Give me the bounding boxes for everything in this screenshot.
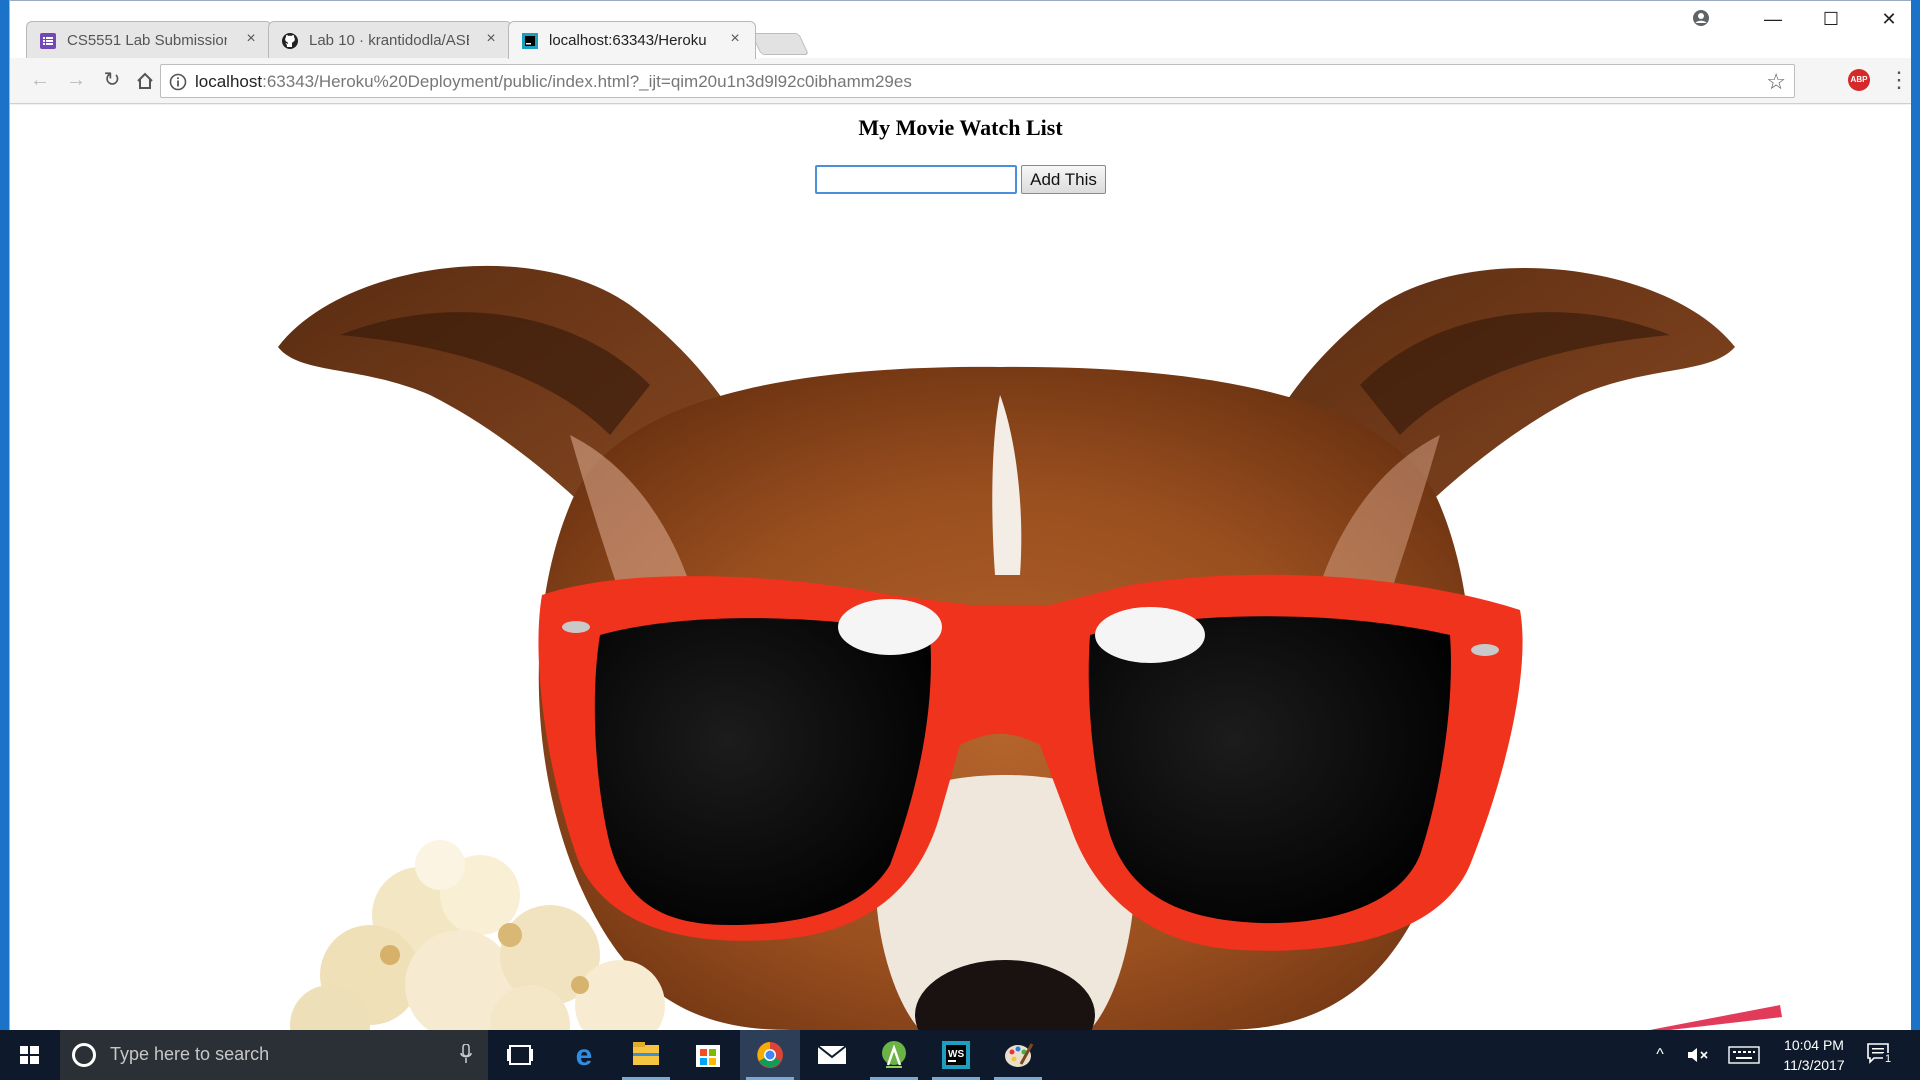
address-bar[interactable]: localhost:63343/Heroku%20Deployment/publ… [160, 64, 1795, 98]
edge-icon: e [576, 1039, 593, 1072]
taskbar-search-box[interactable]: Type here to search [60, 1030, 488, 1080]
reload-icon[interactable]: ↻ [96, 64, 128, 96]
microphone-icon[interactable] [460, 1044, 472, 1064]
url-path: :63343/Heroku%20Deployment/public/index.… [262, 72, 912, 91]
movie-title-input[interactable] [815, 165, 1017, 194]
maximize-button[interactable]: ☐ [1803, 1, 1859, 39]
android-studio-app[interactable] [864, 1030, 924, 1080]
url-host: localhost [195, 72, 263, 91]
system-clock[interactable]: 10:04 PM 11/3/2017 [1766, 1035, 1862, 1075]
chrome-menu-icon[interactable]: ⋮ [1888, 66, 1910, 94]
paint-icon [1005, 1043, 1034, 1067]
windows-taskbar: Type here to search e WS ^ 10:04 PM 11/3… [0, 1030, 1920, 1080]
tab-localhost[interactable]: localhost:63343/Heroku × [508, 21, 756, 59]
chrome-app[interactable] [740, 1030, 800, 1080]
show-hidden-icons-icon[interactable]: ^ [1646, 1030, 1674, 1080]
home-icon[interactable] [135, 71, 155, 91]
tab-lab-submission[interactable]: CS5551 Lab Submission × [26, 21, 272, 59]
minimize-button[interactable]: — [1745, 1, 1801, 39]
tab-title: Lab 10 · krantidodla/ASE [309, 32, 469, 49]
file-explorer-icon [633, 1042, 659, 1065]
back-icon[interactable]: ← [24, 64, 56, 96]
forms-icon [40, 33, 56, 49]
new-tab-button[interactable] [750, 33, 810, 55]
mail-icon [817, 1045, 847, 1064]
tab-title: localhost:63343/Heroku [549, 32, 707, 49]
window-frame-left [0, 0, 9, 1030]
webstorm-icon: WS [942, 1041, 970, 1069]
tab-github[interactable]: Lab 10 · krantidodla/ASE × [268, 21, 512, 59]
tab-close-icon[interactable]: × [483, 30, 499, 50]
page-viewport: My Movie Watch List Add This [10, 105, 1911, 1030]
store-icon [696, 1045, 720, 1067]
clock-date: 11/3/2017 [1783, 1057, 1845, 1073]
android-studio-icon [882, 1041, 906, 1068]
window-frame-right [1911, 0, 1920, 1030]
webstorm-icon [522, 33, 538, 49]
clock-time: 10:04 PM [1784, 1037, 1844, 1053]
browser-toolbar: ← → ↻ localhost:63343/Heroku%20Deploymen… [10, 58, 1911, 104]
mail-app[interactable] [802, 1030, 862, 1080]
task-view-icon[interactable] [490, 1030, 550, 1080]
add-this-button[interactable]: Add This [1021, 165, 1106, 194]
profile-icon[interactable] [1692, 9, 1710, 27]
svg-text:WS: WS [948, 1049, 964, 1060]
edge-app[interactable]: e [554, 1030, 614, 1080]
tab-close-icon[interactable]: × [727, 30, 743, 50]
paint-app[interactable] [988, 1030, 1048, 1080]
file-explorer-app[interactable] [616, 1030, 676, 1080]
search-placeholder: Type here to search [110, 1044, 270, 1064]
tab-close-icon[interactable]: × [243, 30, 259, 50]
svg-text:e: e [576, 1039, 593, 1072]
store-app[interactable] [678, 1030, 738, 1080]
volume-muted-icon[interactable] [1686, 1045, 1710, 1065]
cortana-icon [72, 1043, 96, 1067]
info-icon[interactable] [169, 73, 187, 91]
tab-strip: CS5551 Lab Submission × Lab 10 · krantid… [10, 0, 1911, 59]
webstorm-app[interactable]: WS [926, 1030, 986, 1080]
address-url: localhost:63343/Heroku%20Deployment/publ… [195, 72, 912, 92]
browser-window: CS5551 Lab Submission × Lab 10 · krantid… [0, 0, 1920, 1030]
dog-with-sunglasses-image [278, 265, 1782, 1030]
forward-icon[interactable]: → [60, 64, 92, 96]
windows-start-icon[interactable] [0, 1030, 58, 1080]
adblock-plus-icon[interactable]: ABP [1848, 69, 1870, 91]
notification-count: 1 [1883, 1053, 1894, 1065]
close-window-button[interactable]: ✕ [1861, 1, 1917, 39]
keyboard-icon[interactable] [1728, 1046, 1760, 1064]
github-icon [282, 33, 298, 49]
action-center-button[interactable]: 1 [1866, 1042, 1896, 1070]
chrome-icon [757, 1042, 783, 1068]
tab-title: CS5551 Lab Submission [67, 32, 227, 49]
page-title: My Movie Watch List [858, 115, 1063, 140]
bookmark-star-icon[interactable]: ☆ [1766, 69, 1786, 95]
